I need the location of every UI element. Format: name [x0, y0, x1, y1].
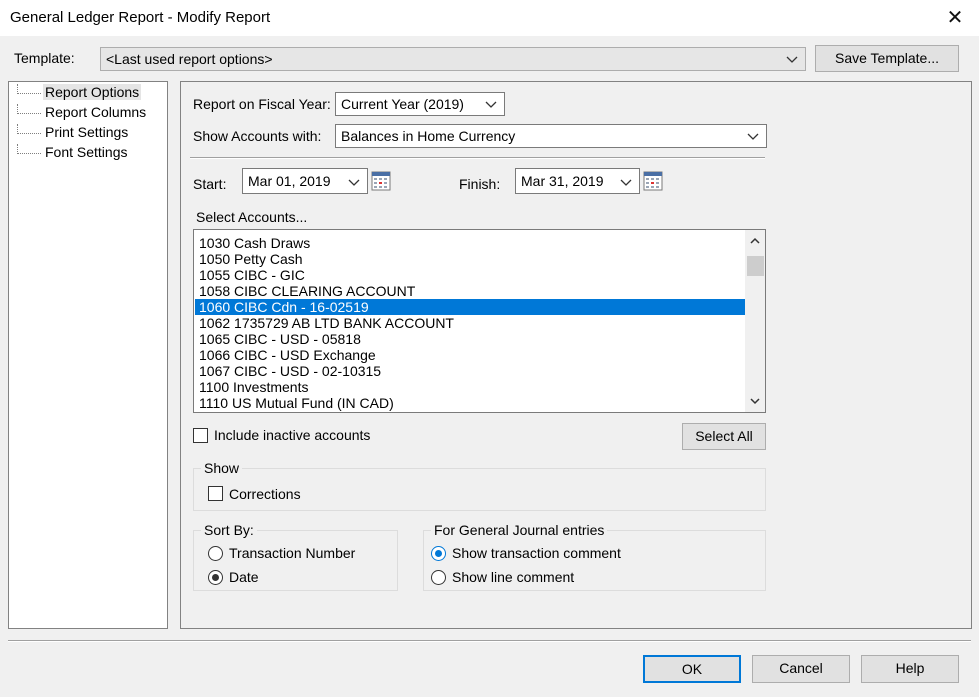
transaction-comment-label: Show transaction comment — [452, 545, 621, 561]
start-date-picker[interactable]: Mar 01, 2019 — [242, 168, 368, 194]
calendar-icon[interactable] — [371, 171, 391, 191]
tree-connector — [17, 104, 41, 114]
tree-connector — [17, 124, 41, 134]
help-button[interactable]: Help — [861, 655, 959, 683]
list-item[interactable]: 1055 CIBC - GIC — [195, 267, 745, 283]
template-dropdown[interactable]: <Last used report options> — [100, 47, 806, 71]
calendar-icon[interactable] — [643, 171, 663, 191]
tree-connector — [17, 144, 41, 154]
fiscal-year-label: Report on Fiscal Year: — [193, 96, 331, 112]
fiscal-year-dropdown[interactable]: Current Year (2019) — [335, 92, 505, 116]
tree-item-label: Font Settings — [45, 144, 128, 160]
sort-transaction-number-radio[interactable] — [208, 546, 223, 561]
separator — [190, 157, 765, 159]
start-date-value: Mar 01, 2019 — [248, 173, 331, 189]
list-item[interactable]: 1110 US Mutual Fund (IN CAD) — [195, 395, 745, 411]
save-template-button[interactable]: Save Template... — [815, 45, 959, 72]
finish-date-picker[interactable]: Mar 31, 2019 — [515, 168, 640, 194]
template-label: Template: — [14, 50, 75, 66]
window-title: General Ledger Report - Modify Report — [10, 9, 271, 26]
line-comment-label: Show line comment — [452, 569, 575, 585]
list-item[interactable]: 1066 CIBC - USD Exchange — [195, 347, 745, 363]
ok-button[interactable]: OK — [643, 655, 741, 683]
list-item-selected[interactable]: 1060 CIBC Cdn - 16-02519 — [195, 299, 745, 315]
footer-separator — [8, 640, 971, 642]
corrections-checkbox[interactable] — [208, 486, 223, 501]
tree-item-label: Print Settings — [45, 124, 129, 140]
list-item[interactable]: 1030 Cash Draws — [195, 235, 745, 251]
include-inactive-label: Include inactive accounts — [214, 427, 371, 443]
tree-item-report-columns[interactable]: Report Columns — [17, 102, 148, 122]
chevron-down-icon — [485, 101, 497, 108]
settings-tree: Report Options Report Columns Print Sett… — [8, 81, 168, 629]
line-comment-radio[interactable] — [431, 570, 446, 585]
show-accounts-dropdown[interactable]: Balances in Home Currency — [335, 124, 767, 148]
list-item[interactable]: 1062 1735729 AB LTD BANK ACCOUNT — [195, 315, 745, 331]
include-inactive-checkbox[interactable] — [193, 428, 208, 443]
accounts-listbox[interactable]: 1030 Cash Draws 1050 Petty Cash 1055 CIB… — [193, 229, 766, 413]
title-bar: General Ledger Report - Modify Report ✕ — [0, 0, 979, 36]
close-icon[interactable]: ✕ — [942, 4, 968, 32]
chevron-down-icon — [786, 56, 798, 63]
chevron-down-icon[interactable] — [749, 396, 761, 406]
list-item[interactable]: 1050 Petty Cash — [195, 251, 745, 267]
finish-label: Finish: — [459, 176, 501, 192]
chevron-up-icon[interactable] — [749, 236, 761, 246]
sort-date-label: Date — [229, 569, 259, 585]
corrections-label: Corrections — [229, 486, 301, 502]
tree-item-label: Report Columns — [45, 104, 147, 120]
list-item[interactable]: 1065 CIBC - USD - 05818 — [195, 331, 745, 347]
sort-date-radio[interactable] — [208, 570, 223, 585]
transaction-comment-radio[interactable] — [431, 546, 446, 561]
select-all-button[interactable]: Select All — [682, 423, 766, 450]
show-accounts-value: Balances in Home Currency — [341, 128, 516, 144]
sort-by-title: Sort By: — [201, 522, 257, 538]
finish-date-value: Mar 31, 2019 — [521, 173, 604, 189]
tree-item-report-options[interactable]: Report Options — [17, 82, 142, 102]
list-item[interactable]: 1100 Investments — [195, 379, 745, 395]
tree-item-print-settings[interactable]: Print Settings — [17, 122, 130, 142]
list-item[interactable]: 1058 CIBC CLEARING ACCOUNT — [195, 283, 745, 299]
cancel-button[interactable]: Cancel — [752, 655, 850, 683]
show-accounts-label: Show Accounts with: — [193, 128, 322, 144]
chevron-down-icon — [747, 133, 759, 140]
fiscal-year-value: Current Year (2019) — [341, 96, 464, 112]
chevron-down-icon — [348, 179, 360, 186]
tree-item-font-settings[interactable]: Font Settings — [17, 142, 130, 162]
scroll-thumb[interactable] — [747, 256, 764, 276]
start-label: Start: — [193, 176, 227, 192]
journal-entries-title: For General Journal entries — [431, 522, 608, 538]
template-value: <Last used report options> — [106, 51, 273, 67]
list-item[interactable]: 1067 CIBC - USD - 02-10315 — [195, 363, 745, 379]
tree-item-label: Report Options — [43, 84, 142, 100]
accounts-scrollbar[interactable] — [745, 230, 765, 412]
show-group-title: Show — [201, 460, 243, 476]
sort-transaction-number-label: Transaction Number — [229, 545, 356, 561]
chevron-down-icon — [620, 179, 632, 186]
select-accounts-label: Select Accounts... — [196, 209, 308, 225]
tree-connector — [17, 84, 41, 94]
